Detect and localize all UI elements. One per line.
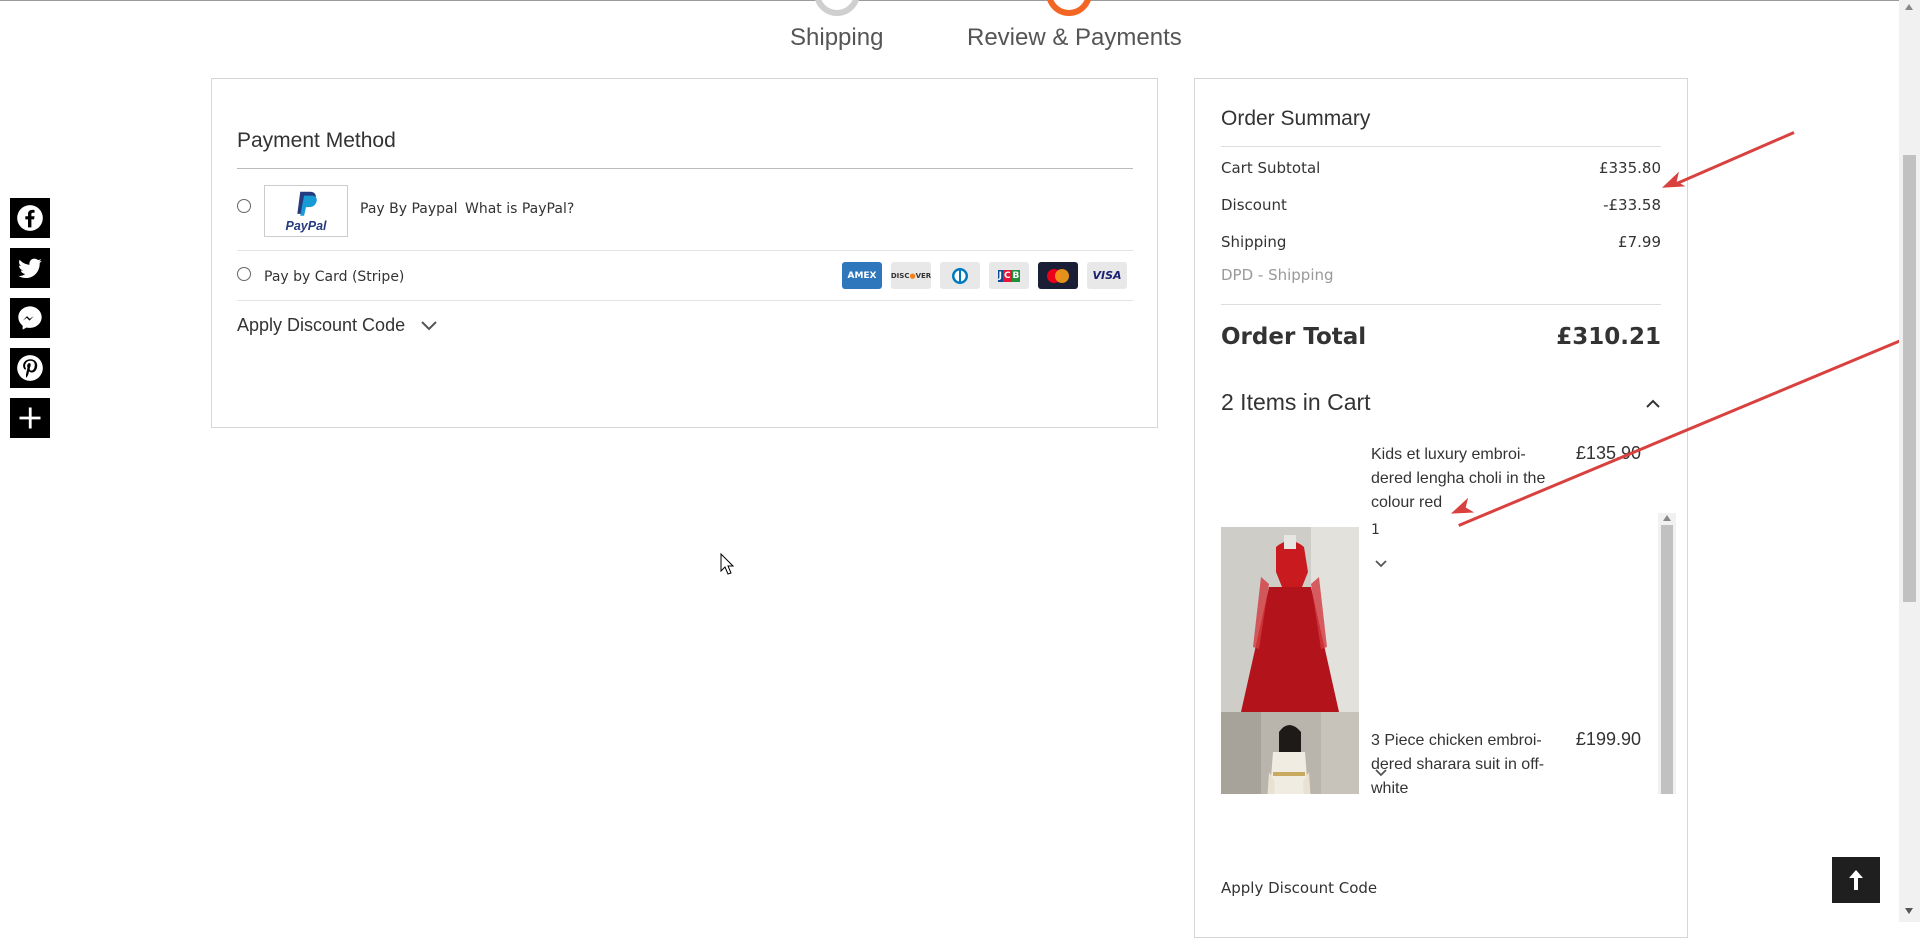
cart-items-list: Kids et luxury embroi-dered lengha choli… [1221, 434, 1681, 794]
paypal-radio[interactable] [237, 199, 251, 213]
paypal-icon: PayPal [285, 191, 327, 233]
paypal-logo-text: PayPal [285, 219, 327, 233]
chevron-down-icon[interactable] [1374, 559, 1388, 569]
jcb-icon: JCB [989, 262, 1029, 289]
payment-method-panel: Payment Method PayPal Pay By Paypal What… [211, 78, 1158, 428]
cart-items-scrollbar[interactable] [1658, 513, 1676, 794]
top-border [0, 0, 1920, 1]
discount-value: -£33.58 [1603, 196, 1661, 214]
card-logos: AMEX DISC ● VER JCB VISA [842, 262, 1127, 289]
plus-icon [19, 407, 41, 429]
payment-method-title: Payment Method [237, 129, 396, 152]
apply-discount-toggle[interactable]: Apply Discount Code [237, 315, 438, 336]
back-to-top-button[interactable] [1832, 857, 1880, 903]
cart-subtotal-label: Cart Subtotal [1221, 159, 1321, 177]
divider [237, 168, 1133, 169]
chevron-up-icon[interactable] [1645, 397, 1661, 409]
facebook-icon [17, 205, 43, 231]
order-total-value: £310.21 [1556, 324, 1661, 350]
cart-item-qty: 1 [1371, 522, 1380, 538]
divider [1221, 146, 1661, 147]
step-shipping-circle [814, 0, 860, 16]
shipping-method: DPD - Shipping [1221, 266, 1334, 284]
sharara-suit-image[interactable] [1221, 712, 1359, 794]
what-is-paypal-link[interactable]: What is PayPal? [465, 201, 574, 217]
step-review-label: Review & Payments [967, 24, 1182, 51]
apply-discount-link[interactable]: Apply Discount Code [1221, 879, 1377, 897]
messenger-share-button[interactable] [10, 298, 50, 338]
divider [237, 250, 1133, 251]
arrow-up-icon [1849, 870, 1863, 890]
paypal-logo: PayPal [264, 185, 348, 237]
visa-icon: VISA [1087, 262, 1127, 289]
facebook-share-button[interactable] [10, 198, 50, 238]
scroll-down-arrow[interactable] [1905, 908, 1913, 914]
twitter-share-button[interactable] [10, 248, 50, 288]
paypal-label[interactable]: Pay By Paypal [360, 201, 458, 217]
order-summary-title: Order Summary [1221, 107, 1371, 130]
discover-icon: DISC ● VER [891, 262, 931, 289]
pay-by-card-label[interactable]: Pay by Card (Stripe) [264, 269, 404, 285]
chevron-down-icon [421, 321, 437, 331]
mastercard-icon [1038, 262, 1078, 289]
diners-icon [940, 262, 980, 289]
mouse-cursor-icon [720, 553, 734, 575]
pinterest-icon [17, 355, 43, 381]
discount-label: Discount [1221, 196, 1287, 214]
messenger-icon [18, 306, 42, 330]
scroll-thumb[interactable] [1661, 525, 1673, 794]
divider [1221, 304, 1661, 305]
pinterest-share-button[interactable] [10, 348, 50, 388]
step-review-circle [1046, 0, 1092, 16]
shipping-label: Shipping [1221, 233, 1287, 251]
annotation-arrow [1674, 131, 1795, 186]
cart-item-name[interactable]: 3 Piece chicken embroi-dered sharara sui… [1371, 729, 1566, 794]
shipping-value: £7.99 [1618, 233, 1661, 251]
more-share-button[interactable] [10, 398, 50, 438]
cart-subtotal-value: £335.80 [1598, 159, 1661, 177]
page-scrollbar[interactable] [1899, 0, 1920, 922]
twitter-icon [18, 258, 43, 279]
order-summary-panel: Order Summary Cart Subtotal £335.80 Disc… [1194, 78, 1688, 938]
card-radio[interactable] [237, 267, 251, 281]
step-shipping-label: Shipping [790, 24, 884, 51]
chevron-down-icon[interactable] [1374, 768, 1388, 778]
amex-icon: AMEX [842, 262, 882, 289]
divider [237, 300, 1133, 301]
scroll-up-arrow[interactable] [1663, 515, 1671, 521]
apply-discount-label: Apply Discount Code [237, 315, 406, 335]
scroll-thumb[interactable] [1903, 155, 1916, 602]
red-lengha-image[interactable] [1221, 527, 1359, 712]
items-in-cart-toggle[interactable]: 2 Items in Cart [1221, 389, 1371, 416]
order-total-label: Order Total [1221, 324, 1367, 350]
scroll-up-arrow[interactable] [1905, 4, 1913, 10]
items-in-cart-label: 2 Items in Cart [1221, 389, 1371, 415]
cart-item-price: £199.90 [1575, 729, 1641, 749]
